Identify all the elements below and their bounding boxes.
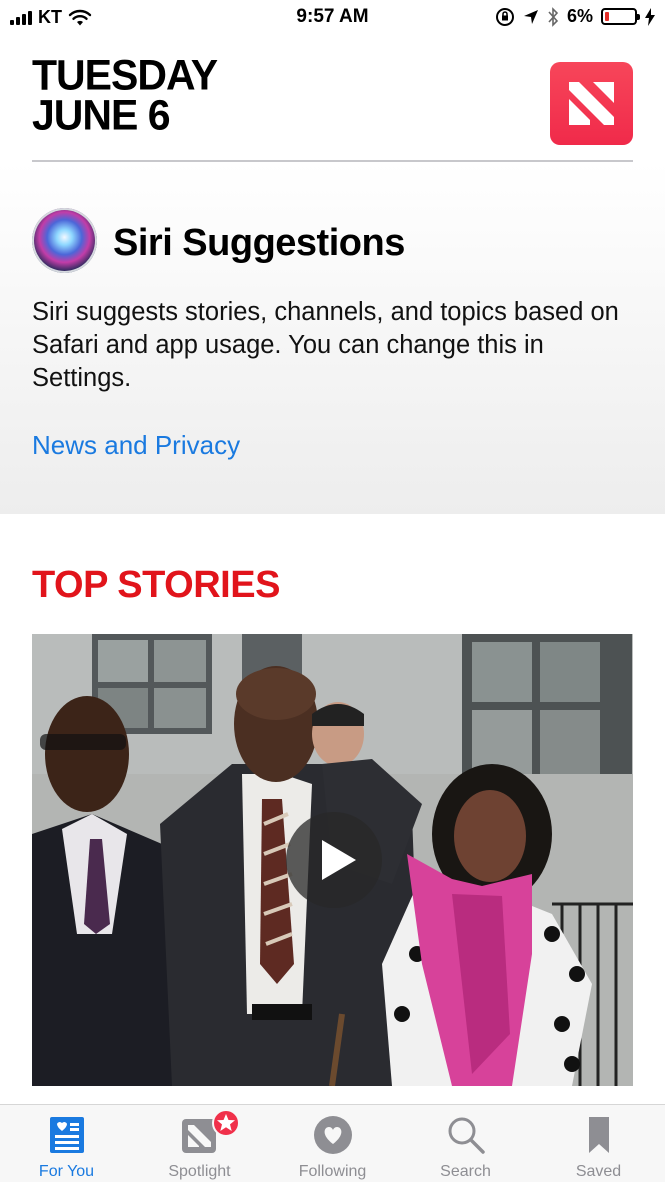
tab-for-you[interactable]: For You: [0, 1105, 133, 1182]
tab-search[interactable]: Search: [399, 1105, 532, 1182]
location-icon: [523, 9, 538, 24]
top-story-video[interactable]: [32, 634, 633, 1086]
search-icon: [448, 1117, 485, 1154]
tab-label: Search: [440, 1163, 491, 1180]
spotlight-badge-star-icon: [211, 1109, 240, 1137]
tab-spotlight[interactable]: Spotlight: [133, 1105, 266, 1182]
bookmark-icon: [588, 1117, 609, 1153]
bluetooth-icon: [548, 6, 559, 27]
heart-icon: [313, 1116, 352, 1154]
tab-following[interactable]: Following: [266, 1105, 399, 1182]
day-label: TUESDAY: [32, 50, 218, 100]
tab-label: Spotlight: [168, 1163, 231, 1180]
news-logo-glyph: [569, 82, 614, 125]
siri-title: Siri Suggestions: [113, 222, 405, 264]
top-stories-heading: TOP STORIES: [32, 564, 280, 606]
tab-label: For You: [38, 1163, 95, 1180]
orientation-lock-icon: [495, 7, 514, 26]
siri-description: Siri suggests stories, channels, and top…: [32, 298, 619, 392]
date-heading: TUESDAY JUNE 6: [32, 50, 218, 140]
battery-icon: [601, 8, 640, 25]
tab-label: Saved: [575, 1163, 622, 1180]
star-icon: [216, 1114, 235, 1131]
status-right: 6%: [495, 6, 655, 27]
play-icon[interactable]: [286, 812, 382, 908]
status-bar: KT 9:57 AM 6%: [0, 0, 665, 34]
news-privacy-link[interactable]: News and Privacy: [32, 430, 240, 461]
siri-suggestions-card: Siri Suggestions Siri suggests stories, …: [0, 162, 665, 514]
apple-news-icon[interactable]: [550, 62, 633, 145]
for-you-icon: [49, 1117, 84, 1153]
tab-label: Following: [298, 1163, 367, 1180]
date-label: JUNE 6: [32, 90, 171, 140]
charging-bolt-icon: [645, 7, 655, 26]
siri-icon: [32, 208, 97, 273]
tab-saved[interactable]: Saved: [532, 1105, 665, 1182]
battery-percent: 6%: [566, 6, 593, 26]
tab-bar: For You Spotlight Following Search Saved: [0, 1104, 665, 1182]
today-header: TUESDAY JUNE 6: [0, 34, 665, 162]
top-stories-section: TOP STORIES: [0, 514, 665, 1104]
